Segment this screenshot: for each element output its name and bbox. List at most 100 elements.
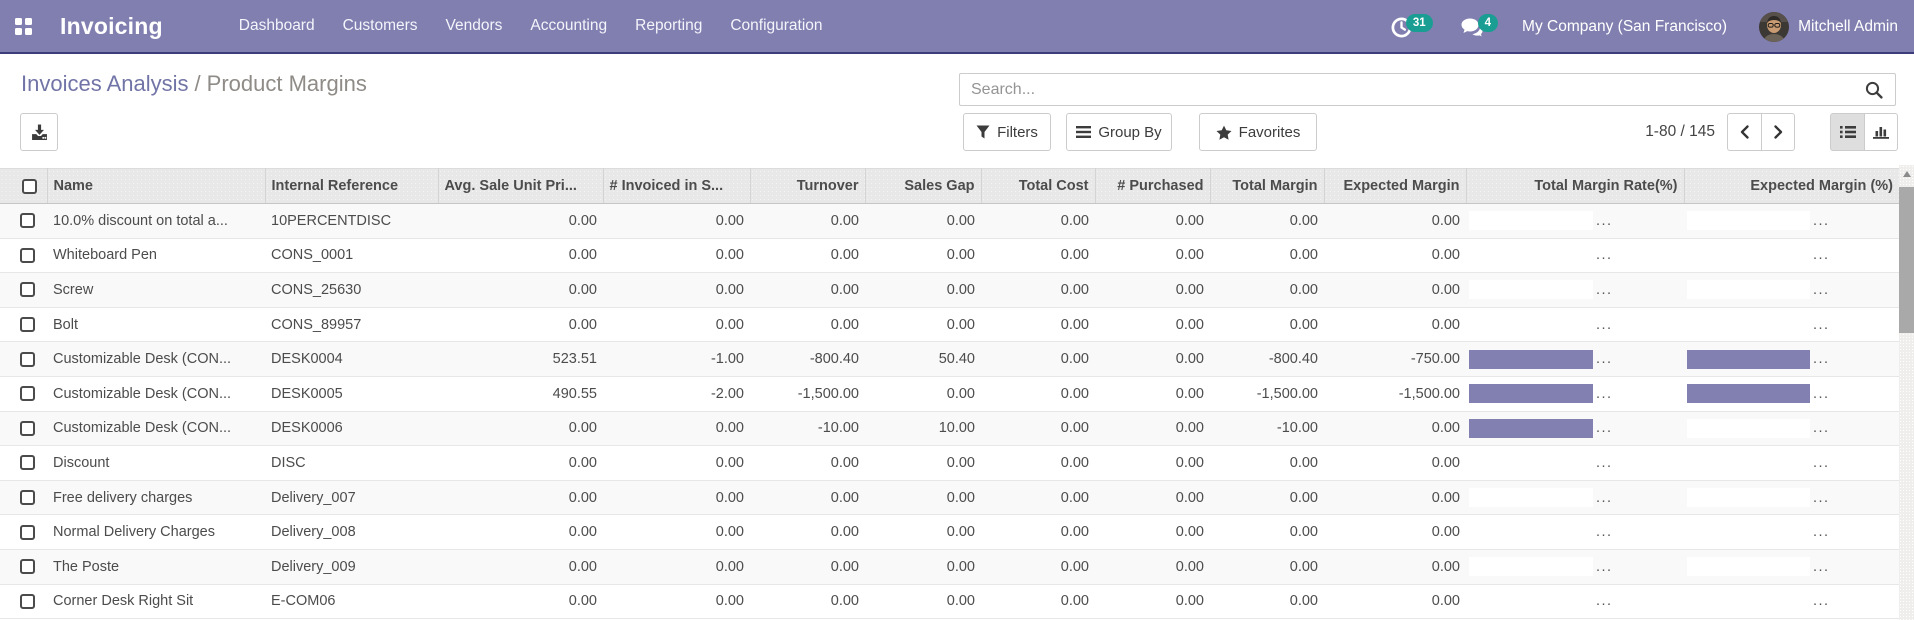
cell-total-cost: 0.00	[981, 203, 1095, 239]
menu-item-customers[interactable]: Customers	[329, 0, 432, 53]
progressbar-overflow-text: ...	[1596, 212, 1613, 229]
company-switcher[interactable]: My Company (San Francisco)	[1522, 18, 1727, 36]
breadcrumb-parent-link[interactable]: Invoices Analysis	[21, 71, 189, 96]
menu-item-dashboard[interactable]: Dashboard	[225, 0, 329, 53]
row-checkbox[interactable]	[20, 282, 35, 298]
row-checkbox[interactable]	[20, 386, 35, 402]
row-checkbox[interactable]	[20, 490, 35, 506]
select-all-checkbox[interactable]	[22, 178, 37, 194]
menu-item-vendors[interactable]: Vendors	[432, 0, 517, 53]
cell-expected-margin: 0.00	[1324, 480, 1466, 516]
chevron-left-icon	[1740, 125, 1749, 139]
avatar[interactable]	[1759, 12, 1790, 42]
progressbar-overflow-text: ...	[1596, 454, 1613, 471]
row-checkbox[interactable]	[20, 351, 35, 367]
apps-menu-button[interactable]	[0, 0, 46, 53]
groupby-button[interactable]: Group By	[1066, 113, 1172, 151]
row-checkbox[interactable]	[20, 455, 35, 471]
table-row[interactable]: Bolt CONS_89957 0.00 0.00 0.00 0.00 0.00 0.00 0.…	[0, 307, 1899, 343]
row-checkbox[interactable]	[20, 213, 35, 229]
column-header-total-margin-rate[interactable]: Total Margin Rate(%)	[1466, 168, 1685, 204]
row-checkbox[interactable]	[20, 317, 35, 333]
column-header-purchased[interactable]: # Purchased	[1095, 168, 1211, 204]
filters-button[interactable]: Filters	[963, 113, 1051, 151]
app-title[interactable]: Invoicing	[60, 13, 163, 40]
cell-turnover: 0.00	[750, 480, 865, 516]
top-navbar: Invoicing Dashboard Customers Vendors Accou…	[0, 0, 1914, 54]
export-button[interactable]	[20, 113, 58, 151]
row-checkbox[interactable]	[20, 524, 35, 540]
cell-total-cost: 0.00	[981, 584, 1095, 620]
cell-expected-margin: 0.00	[1324, 445, 1466, 481]
search-button[interactable]	[1859, 81, 1895, 99]
row-checkbox[interactable]	[20, 559, 35, 575]
pager-previous-button[interactable]	[1727, 113, 1761, 151]
cell-sales-gap: 0.00	[865, 203, 981, 239]
search-input[interactable]	[960, 80, 1859, 99]
pager-range: 1-80 / 145	[1645, 123, 1715, 140]
cell-invoiced: 0.00	[603, 584, 750, 620]
row-checkbox[interactable]	[20, 247, 35, 263]
cell-invoiced: 0.00	[603, 307, 750, 343]
table-row[interactable]: Corner Desk Right Sit E-COM06 0.00 0.00 0.00…	[0, 584, 1899, 620]
breadcrumb: Invoices Analysis / Product Margins	[21, 71, 367, 97]
row-checkbox[interactable]	[20, 420, 35, 436]
scrollbar-thumb[interactable]	[1899, 187, 1914, 333]
progressbar-overflow-text: ...	[1813, 351, 1830, 368]
table-row[interactable]: The Poste Delivery_009 0.00 0.00 0.00 0.00 0.0…	[0, 549, 1899, 585]
invoicing-app: Invoicing Dashboard Customers Vendors Accou…	[0, 0, 1914, 620]
activities-button[interactable]: 31	[1391, 13, 1433, 38]
progressbar-overflow-text: ...	[1596, 385, 1613, 402]
row-checkbox[interactable]	[20, 593, 35, 609]
user-menu[interactable]: Mitchell Admin	[1798, 18, 1898, 36]
favorites-button[interactable]: Favorites	[1199, 113, 1317, 151]
scrollbar-up-arrow[interactable]	[1899, 165, 1914, 183]
progressbar-overflow-text: ...	[1596, 316, 1613, 333]
chevron-right-icon	[1773, 125, 1782, 139]
cell-turnover: 0.00	[750, 203, 865, 239]
messages-button[interactable]: 4	[1460, 13, 1499, 38]
table-row[interactable]: Customizable Desk (CON... DESK0005 490.55-…	[0, 376, 1899, 412]
cell-turnover: 0.00	[750, 514, 865, 550]
favorites-label: Favorites	[1238, 123, 1301, 141]
column-header-name[interactable]: Name	[47, 168, 266, 204]
cell-total-margin: 0.00	[1210, 203, 1324, 239]
column-header-expected-margin-pct[interactable]: Expected Margin (%)	[1684, 168, 1899, 204]
chart-view-button[interactable]	[1864, 113, 1898, 151]
vertical-scrollbar[interactable]	[1899, 165, 1914, 620]
cell-total-cost: 0.00	[981, 376, 1095, 412]
column-header-internal-reference[interactable]: Internal Reference	[265, 168, 439, 204]
table-row[interactable]: Free delivery charges Delivery_007 0.00 0.0…	[0, 480, 1899, 516]
column-header-avg-sale-unit-price[interactable]: Avg. Sale Unit Pri...	[438, 168, 604, 204]
cell-avg-sale-unit-price: 0.00	[438, 514, 603, 550]
table-row[interactable]: Customizable Desk (CON... DESK0004 523.51-…	[0, 341, 1899, 377]
cell-turnover: 0.00	[750, 584, 865, 620]
cell-sales-gap: 0.00	[865, 549, 981, 585]
column-header-total-margin[interactable]: Total Margin	[1210, 168, 1325, 204]
column-header-turnover[interactable]: Turnover	[750, 168, 866, 204]
progressbar-overflow-text: ...	[1596, 489, 1613, 506]
table-row[interactable]: Normal Delivery Charges Delivery_008 0.00 0…	[0, 514, 1899, 550]
column-header-expected-margin[interactable]: Expected Margin	[1324, 168, 1467, 204]
expected-margin-progressbar	[1687, 418, 1810, 438]
table-row[interactable]: 10.0% discount on total a... 10PERCENTDIS…	[0, 203, 1899, 239]
cell-turnover: -800.40	[750, 341, 865, 377]
cell-total-margin: 0.00	[1210, 238, 1324, 274]
table-row[interactable]: Whiteboard Pen CONS_0001 0.00 0.00 0.00 0.00 0…	[0, 238, 1899, 274]
table-row[interactable]: Customizable Desk (CON... DESK0006 0.00 0.0…	[0, 411, 1899, 447]
menu-item-configuration[interactable]: Configuration	[716, 0, 836, 53]
table-row[interactable]: Discount DISC 0.00 0.00 0.00 0.00 0.00 0.00 0.00…	[0, 445, 1899, 481]
progressbar-overflow-text: ...	[1596, 593, 1613, 610]
table-row[interactable]: Screw CONS_25630 0.00 0.00 0.00 0.00 0.00 0.00 0…	[0, 272, 1899, 308]
menu-item-accounting[interactable]: Accounting	[516, 0, 621, 53]
cell-avg-sale-unit-price: 0.00	[438, 480, 603, 516]
cell-purchased: 0.00	[1095, 238, 1210, 274]
expected-margin-progressbar	[1687, 557, 1810, 577]
column-header-sales-gap[interactable]: Sales Gap	[865, 168, 982, 204]
column-header-invoiced[interactable]: # Invoiced in S...	[603, 168, 751, 204]
list-view-button[interactable]	[1830, 113, 1864, 151]
progressbar-overflow-text: ...	[1596, 247, 1613, 264]
menu-item-reporting[interactable]: Reporting	[621, 0, 716, 53]
pager-next-button[interactable]	[1761, 113, 1795, 151]
column-header-total-cost[interactable]: Total Cost	[981, 168, 1096, 204]
